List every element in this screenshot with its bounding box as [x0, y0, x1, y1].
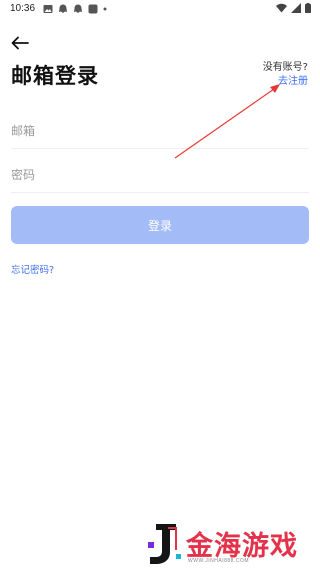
signal-icon: [291, 3, 301, 13]
ghost-icon: [74, 4, 82, 13]
status-bar: 10:36: [0, 0, 320, 18]
forgot-password-link[interactable]: 忘记密码?: [11, 262, 54, 276]
ghost-icon: [59, 4, 67, 13]
page-title: 邮箱登录: [11, 64, 99, 88]
app-icon: [88, 4, 98, 14]
password-divider: [11, 192, 309, 193]
status-time: 10:36: [10, 3, 36, 14]
login-button[interactable]: 登录: [11, 206, 309, 244]
j-logo-icon: [148, 524, 181, 564]
email-divider: [11, 148, 309, 149]
password-field[interactable]: [11, 160, 309, 190]
back-arrow-icon[interactable]: [9, 34, 31, 52]
battery-icon: [305, 3, 311, 13]
no-account-text: 没有账号?: [262, 62, 308, 73]
watermark-logo: 金海游戏 WWW.JINHAI888.COM: [146, 522, 306, 566]
dot-icon: [103, 7, 107, 11]
register-link[interactable]: 去注册: [278, 72, 308, 87]
email-field[interactable]: [11, 116, 309, 146]
image-icon: [43, 5, 53, 13]
status-system-icons: [276, 3, 311, 13]
status-notification-icons: [43, 4, 107, 14]
wifi-icon: [276, 3, 287, 13]
watermark-sub: WWW.JINHAI888.COM: [188, 558, 250, 564]
